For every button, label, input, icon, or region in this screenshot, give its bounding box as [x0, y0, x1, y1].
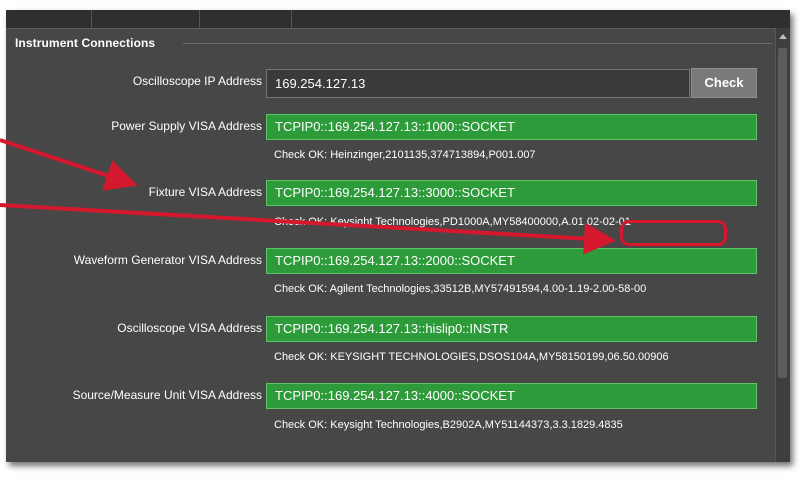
fixture-check-status: Check OK: Keysight Technologies,PD1000A,…: [274, 216, 631, 228]
smu-visa-input[interactable]: TCPIP0::169.254.127.13::4000::SOCKET: [266, 383, 757, 409]
power-supply-check-status: Check OK: Heinzinger,2101135,374713894,P…: [274, 149, 536, 161]
waveform-generator-visa-input[interactable]: TCPIP0::169.254.127.13::2000::SOCKET: [266, 248, 757, 274]
group-divider: [183, 43, 772, 44]
vertical-scrollbar[interactable]: [775, 28, 790, 462]
scroll-thumb[interactable]: [778, 48, 787, 378]
waveform-generator-visa-label: Waveform Generator VISA Address: [73, 253, 262, 267]
top-tab-strip: [6, 10, 790, 29]
firmware-version-highlight: [620, 220, 727, 246]
smu-check-status: Check OK: Keysight Technologies,B2902A,M…: [274, 419, 623, 431]
tab-strip-segment: [91, 10, 200, 28]
smu-visa-label: Source/Measure Unit VISA Address: [72, 388, 262, 402]
power-supply-visa-label: Power Supply VISA Address: [111, 119, 262, 133]
instrument-connections-panel: Instrument Connections Oscilloscope IP A…: [6, 10, 790, 462]
oscilloscope-visa-label: Oscilloscope VISA Address: [117, 321, 262, 335]
group-title: Instrument Connections: [15, 36, 156, 50]
fixture-visa-label: Fixture VISA Address: [148, 185, 262, 199]
oscilloscope-visa-input[interactable]: TCPIP0::169.254.127.13::hislip0::INSTR: [266, 316, 757, 342]
check-button[interactable]: Check: [691, 68, 757, 98]
oscilloscope-ip-input[interactable]: 169.254.127.13: [266, 69, 690, 98]
tab-strip-segment: [6, 10, 92, 28]
fixture-visa-input[interactable]: TCPIP0::169.254.127.13::3000::SOCKET: [266, 180, 757, 206]
waveform-generator-check-status: Check OK: Agilent Technologies,33512B,MY…: [274, 283, 647, 295]
scroll-up-icon[interactable]: [779, 34, 787, 39]
oscilloscope-ip-label: Oscilloscope IP Address: [132, 74, 262, 88]
tab-strip-segment: [199, 10, 292, 28]
oscilloscope-visa-check-status: Check OK: KEYSIGHT TECHNOLOGIES,DSOS104A…: [274, 351, 669, 363]
power-supply-visa-input[interactable]: TCPIP0::169.254.127.13::1000::SOCKET: [266, 114, 757, 140]
